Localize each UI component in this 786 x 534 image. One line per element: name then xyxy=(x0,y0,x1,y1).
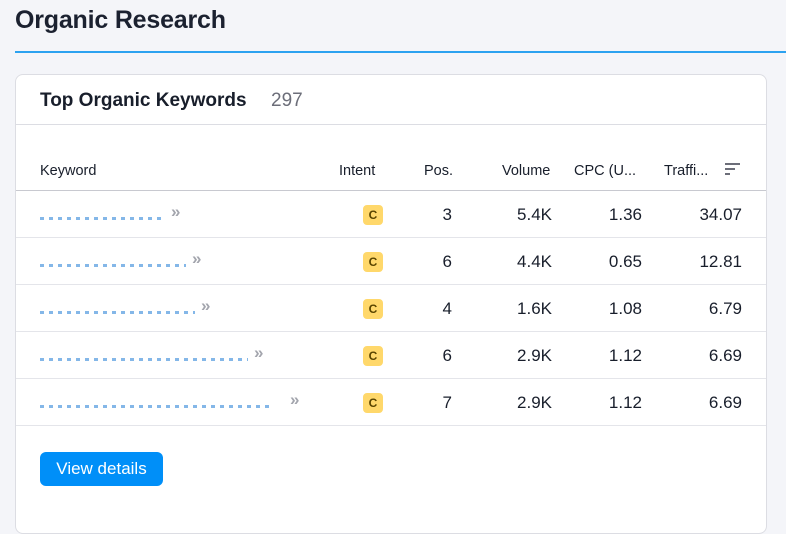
column-header-volume[interactable]: Volume xyxy=(502,163,550,179)
intent-badge: C xyxy=(363,252,383,272)
keyword-redacted xyxy=(40,217,165,220)
chevron-right-icon[interactable]: » xyxy=(201,296,211,316)
cpc-value: 1.12 xyxy=(608,393,642,412)
cpc-value: 1.08 xyxy=(608,299,642,318)
card-title: Top Organic Keywords xyxy=(40,90,247,111)
intent-badge: C xyxy=(363,205,383,225)
column-header-position[interactable]: Pos. xyxy=(424,163,453,179)
column-header-keyword[interactable]: Keyword xyxy=(40,163,96,179)
position-value: 6 xyxy=(442,346,452,365)
keyword-count: 297 xyxy=(271,90,303,111)
keyword-redacted xyxy=(40,264,186,267)
cpc-value: 1.36 xyxy=(608,205,642,224)
view-details-button[interactable]: View details xyxy=(40,452,163,486)
keyword-redacted xyxy=(40,311,195,314)
table-row: » C 6 2.9K 1.12 6.69 xyxy=(16,332,766,379)
position-value: 4 xyxy=(442,299,452,318)
keyword-redacted xyxy=(40,405,272,408)
chevron-right-icon[interactable]: » xyxy=(171,202,181,222)
chevron-right-icon[interactable]: » xyxy=(192,249,202,269)
traffic-value: 6.69 xyxy=(708,346,742,365)
card-divider xyxy=(16,124,766,125)
column-header-traffic[interactable]: Traffi... xyxy=(664,163,708,179)
traffic-value: 6.79 xyxy=(708,299,742,318)
position-value: 3 xyxy=(442,205,452,224)
chevron-right-icon[interactable]: » xyxy=(290,390,300,410)
position-value: 7 xyxy=(442,393,452,412)
volume-value: 1.6K xyxy=(517,299,552,318)
volume-value: 5.4K xyxy=(517,205,552,224)
sort-icon[interactable] xyxy=(725,162,741,176)
table-row: » C 3 5.4K 1.36 34.07 xyxy=(16,191,766,238)
top-organic-keywords-card: Top Organic Keywords 297 Keyword Intent … xyxy=(15,74,767,534)
volume-value: 4.4K xyxy=(517,252,552,271)
keyword-redacted xyxy=(40,358,248,361)
position-value: 6 xyxy=(442,252,452,271)
row-divider xyxy=(16,425,766,426)
column-header-cpc[interactable]: CPC (U... xyxy=(574,163,636,179)
table-row: » C 4 1.6K 1.08 6.79 xyxy=(16,285,766,332)
cpc-value: 0.65 xyxy=(608,252,642,271)
cpc-value: 1.12 xyxy=(608,346,642,365)
intent-badge: C xyxy=(363,346,383,366)
intent-badge: C xyxy=(363,393,383,413)
column-header-intent[interactable]: Intent xyxy=(339,163,375,179)
volume-value: 2.9K xyxy=(517,346,552,365)
traffic-value: 6.69 xyxy=(708,393,742,412)
table-row: » C 6 4.4K 0.65 12.81 xyxy=(16,238,766,285)
header-underline xyxy=(15,51,786,53)
traffic-value: 12.81 xyxy=(699,252,742,271)
intent-badge: C xyxy=(363,299,383,319)
traffic-value: 34.07 xyxy=(699,205,742,224)
page-header: Organic Research xyxy=(0,0,786,54)
page-title: Organic Research xyxy=(15,6,226,34)
table-row: » C 7 2.9K 1.12 6.69 xyxy=(16,379,766,426)
volume-value: 2.9K xyxy=(517,393,552,412)
chevron-right-icon[interactable]: » xyxy=(254,343,264,363)
